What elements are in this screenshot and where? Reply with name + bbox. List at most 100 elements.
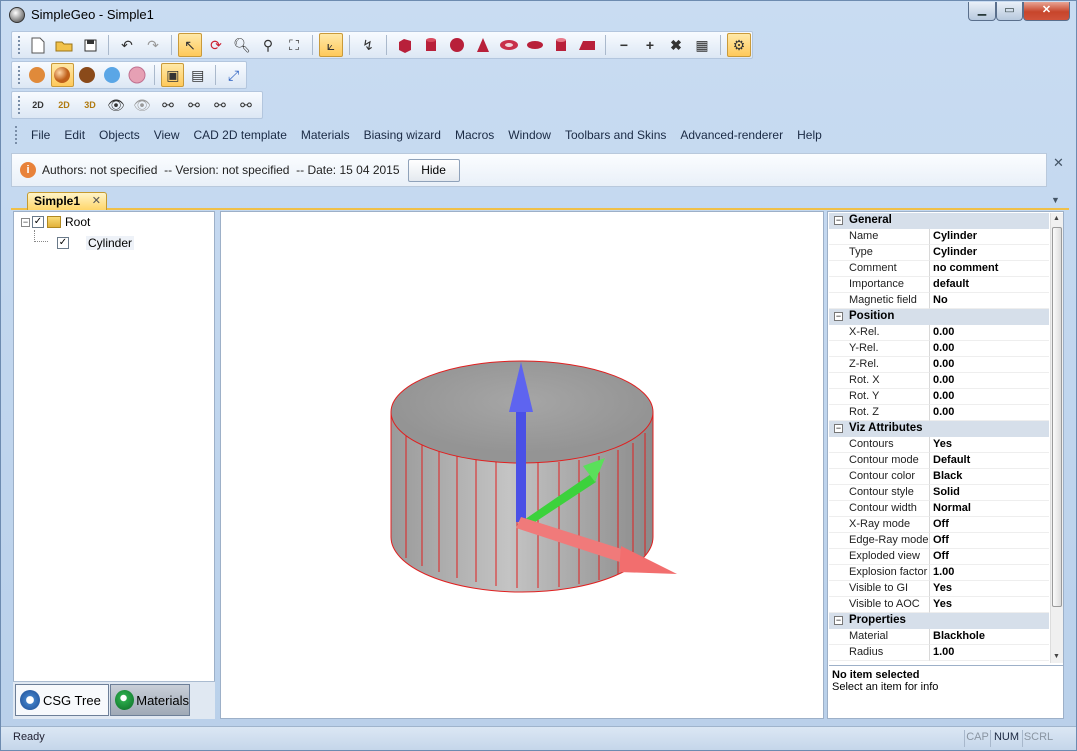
menu-view[interactable]: View <box>147 128 187 142</box>
collapse-icon[interactable]: − <box>834 312 843 321</box>
prop-row[interactable]: Material Blackhole <box>829 629 1049 645</box>
minus-icon[interactable]: − <box>612 33 636 57</box>
property-scrollbar[interactable]: ▲ ▼ <box>1050 213 1063 663</box>
title-bar[interactable]: SimpleGeo - Simple1 ▁ ▭ ✕ <box>1 1 1076 29</box>
prop-row[interactable]: Contours Yes <box>829 437 1049 453</box>
visibility-checkbox[interactable]: ✓ <box>57 237 69 249</box>
scroll-up-icon[interactable]: ▲ <box>1053 215 1060 222</box>
prop-row[interactable]: Visible to GI Yes <box>829 581 1049 597</box>
toolbar-grip[interactable] <box>18 96 21 114</box>
zoom-in-icon[interactable]: 🔍︎ <box>230 33 254 57</box>
prop-row[interactable]: Importance default <box>829 277 1049 293</box>
menu-cad-2d-template[interactable]: CAD 2D template <box>187 128 294 142</box>
xray-shading-icon[interactable] <box>101 63 124 87</box>
settings-icon[interactable]: ⚙ <box>727 33 751 57</box>
box-icon[interactable] <box>393 33 417 57</box>
show-icon[interactable]: 👁︎ <box>104 93 128 117</box>
wedge-icon[interactable] <box>575 33 599 57</box>
ellipsoid-icon[interactable] <box>523 33 547 57</box>
wire-shading-icon[interactable] <box>126 63 149 87</box>
maximize-button[interactable]: ▭ <box>996 2 1023 21</box>
prop-row[interactable]: Name Cylinder <box>829 229 1049 245</box>
select-icon[interactable]: ↖ <box>178 33 202 57</box>
menu-file[interactable]: File <box>24 128 57 142</box>
toolbar-grip[interactable] <box>18 36 21 54</box>
sphere-icon[interactable] <box>445 33 469 57</box>
grid-icon[interactable]: ▦ <box>690 33 714 57</box>
hide-icon[interactable]: 👁︎ <box>130 93 154 117</box>
tube-icon[interactable] <box>549 33 573 57</box>
menu-edit[interactable]: Edit <box>57 128 92 142</box>
menu-objects[interactable]: Objects <box>92 128 147 142</box>
find-next-icon[interactable]: ⚯ <box>182 93 206 117</box>
smooth-shading-icon[interactable] <box>50 63 74 87</box>
textured-shading-icon[interactable] <box>76 63 99 87</box>
menu-toolbars-and-skins[interactable]: Toolbars and Skins <box>558 128 673 142</box>
chevron-down-icon[interactable]: ▼ <box>1051 195 1060 205</box>
category-viz-attributes[interactable]: − Viz Attributes <box>829 421 1049 437</box>
prop-row[interactable]: Exploded view Off <box>829 549 1049 565</box>
category-general[interactable]: − General <box>829 213 1049 229</box>
save-icon[interactable] <box>78 33 102 57</box>
prop-row[interactable]: Y-Rel. 0.00 <box>829 341 1049 357</box>
zoom-out-icon[interactable]: ⚲ <box>256 33 280 57</box>
find-icon[interactable]: ⚯ <box>156 93 180 117</box>
close-icon[interactable]: ✕ <box>92 193 101 209</box>
prop-row[interactable]: Edge-Ray mode Off <box>829 533 1049 549</box>
scroll-down-icon[interactable]: ▼ <box>1053 653 1060 660</box>
tree-node-cylinder[interactable]: ✓ Cylinder <box>57 234 135 252</box>
collapse-icon[interactable]: − <box>834 616 843 625</box>
collapse-icon[interactable]: − <box>834 424 843 433</box>
intersect-icon[interactable]: ✖ <box>664 33 688 57</box>
cylinder-icon[interactable] <box>419 33 443 57</box>
prop-row[interactable]: X-Ray mode Off <box>829 517 1049 533</box>
pick-icon[interactable]: ↯ <box>356 33 380 57</box>
category-position[interactable]: − Position <box>829 309 1049 325</box>
fit-view-icon[interactable]: ⛶ <box>282 33 306 57</box>
2d-ruler-icon[interactable]: 2D <box>52 93 76 117</box>
prop-row[interactable]: Magnetic field No <box>829 293 1049 309</box>
3d-cut-icon[interactable]: 3D <box>78 93 102 117</box>
close-icon[interactable]: ✕ <box>1053 155 1064 171</box>
prop-row[interactable]: Explosion factor 1.00 <box>829 565 1049 581</box>
prop-row[interactable]: Visible to AOC Yes <box>829 597 1049 613</box>
tab-csg-tree[interactable]: CSG Tree <box>15 684 109 716</box>
prop-row[interactable]: Contour style Solid <box>829 485 1049 501</box>
menu-grip[interactable] <box>15 126 18 144</box>
new-file-icon[interactable] <box>26 33 50 57</box>
menu-materials[interactable]: Materials <box>294 128 357 142</box>
2d-cut-icon[interactable]: 2D <box>26 93 50 117</box>
menu-macros[interactable]: Macros <box>448 128 501 142</box>
close-button[interactable]: ✕ <box>1023 2 1070 21</box>
menu-window[interactable]: Window <box>501 128 558 142</box>
collapse-icon[interactable]: − <box>834 216 843 225</box>
tab-materials[interactable]: Materials <box>110 684 190 716</box>
cone-icon[interactable] <box>471 33 495 57</box>
find-all-icon[interactable]: ⚯ <box>234 93 258 117</box>
prop-row[interactable]: Z-Rel. 0.00 <box>829 357 1049 373</box>
find-prev-icon[interactable]: ⚯ <box>208 93 232 117</box>
3d-viewport[interactable] <box>220 211 824 719</box>
menu-help[interactable]: Help <box>790 128 829 142</box>
scrollbar-thumb[interactable] <box>1052 227 1062 607</box>
prop-row[interactable]: Rot. Z 0.00 <box>829 405 1049 421</box>
collapse-icon[interactable]: − <box>21 217 30 227</box>
prop-row[interactable]: Radius 1.00 <box>829 645 1049 661</box>
solid-shading-icon[interactable] <box>26 63 49 87</box>
prop-row[interactable]: Rot. Y 0.00 <box>829 389 1049 405</box>
open-icon[interactable] <box>52 33 76 57</box>
plus-icon[interactable]: + <box>638 33 662 57</box>
viz-mode-2-icon[interactable]: ▤ <box>186 63 209 87</box>
axes-icon[interactable]: ⤢ <box>222 63 245 87</box>
prop-row[interactable]: Contour color Black <box>829 469 1049 485</box>
prop-row[interactable]: X-Rel. 0.00 <box>829 325 1049 341</box>
tab-simple1[interactable]: Simple1 ✕ <box>27 192 107 210</box>
redo-icon[interactable]: ↷ <box>141 33 165 57</box>
torus-icon[interactable] <box>497 33 521 57</box>
minimize-button[interactable]: ▁ <box>968 2 996 21</box>
viz-mode-icon[interactable]: ▣ <box>161 63 185 87</box>
prop-row[interactable]: Contour width Normal <box>829 501 1049 517</box>
hide-button[interactable]: Hide <box>407 158 460 182</box>
menu-advanced-renderer[interactable]: Advanced-renderer <box>673 128 790 142</box>
prop-row[interactable]: Comment no comment <box>829 261 1049 277</box>
